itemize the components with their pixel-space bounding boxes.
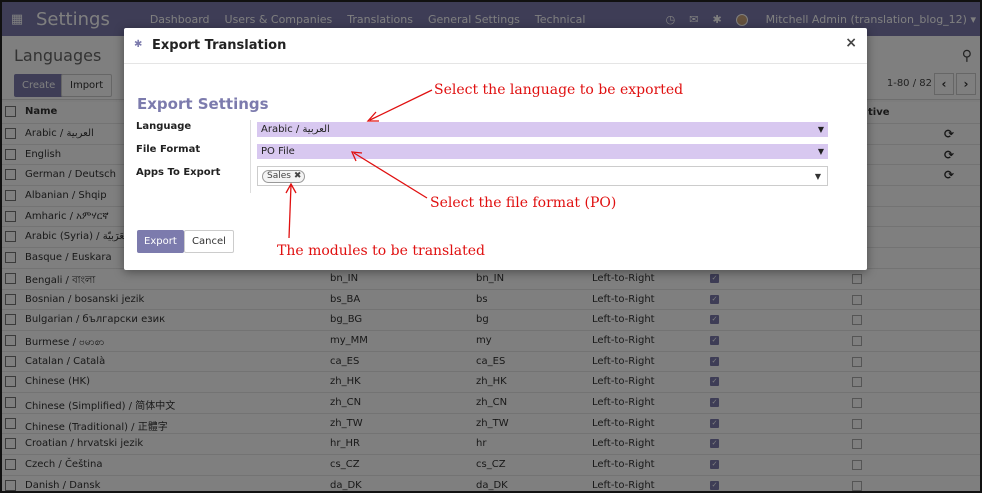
file-format-value: PO File [261, 146, 295, 157]
bug-icon: ✱ [134, 39, 143, 50]
apps-to-export-field[interactable]: Sales ✖ ▼ [257, 166, 828, 186]
remove-tag-icon[interactable]: ✖ [294, 171, 302, 181]
close-icon[interactable]: × [845, 35, 857, 51]
export-translation-dialog: ✱ Export Translation × Export Settings L… [124, 28, 867, 270]
chevron-down-icon: ▼ [817, 147, 824, 156]
language-label: Language [136, 121, 192, 132]
export-button[interactable]: Export [137, 230, 184, 253]
annotation-format: Select the file format (PO) [430, 195, 617, 211]
annotation-language: Select the language to be exported [434, 82, 684, 98]
chevron-down-icon: ▼ [817, 125, 824, 134]
screenshot-frame: ▦ Settings Dashboard Users & Companies T… [0, 0, 982, 493]
apps-to-export-label: Apps To Export [136, 167, 221, 178]
apps-tag-label: Sales [267, 171, 291, 181]
field-divider [250, 120, 251, 193]
language-select[interactable]: Arabic / العربية ▼ [257, 122, 828, 137]
file-format-label: File Format [136, 144, 201, 155]
modal-title: Export Translation [152, 38, 287, 53]
language-value: Arabic / العربية [261, 124, 330, 135]
chevron-down-icon[interactable]: ▼ [815, 172, 821, 181]
apps-tag: Sales ✖ [262, 170, 306, 183]
modal-header: ✱ Export Translation × [124, 28, 867, 64]
settings-title: Export Settings [137, 95, 269, 113]
cancel-button[interactable]: Cancel [184, 230, 234, 253]
file-format-select[interactable]: PO File ▼ [257, 144, 828, 159]
annotation-modules: The modules to be translated [277, 243, 485, 259]
